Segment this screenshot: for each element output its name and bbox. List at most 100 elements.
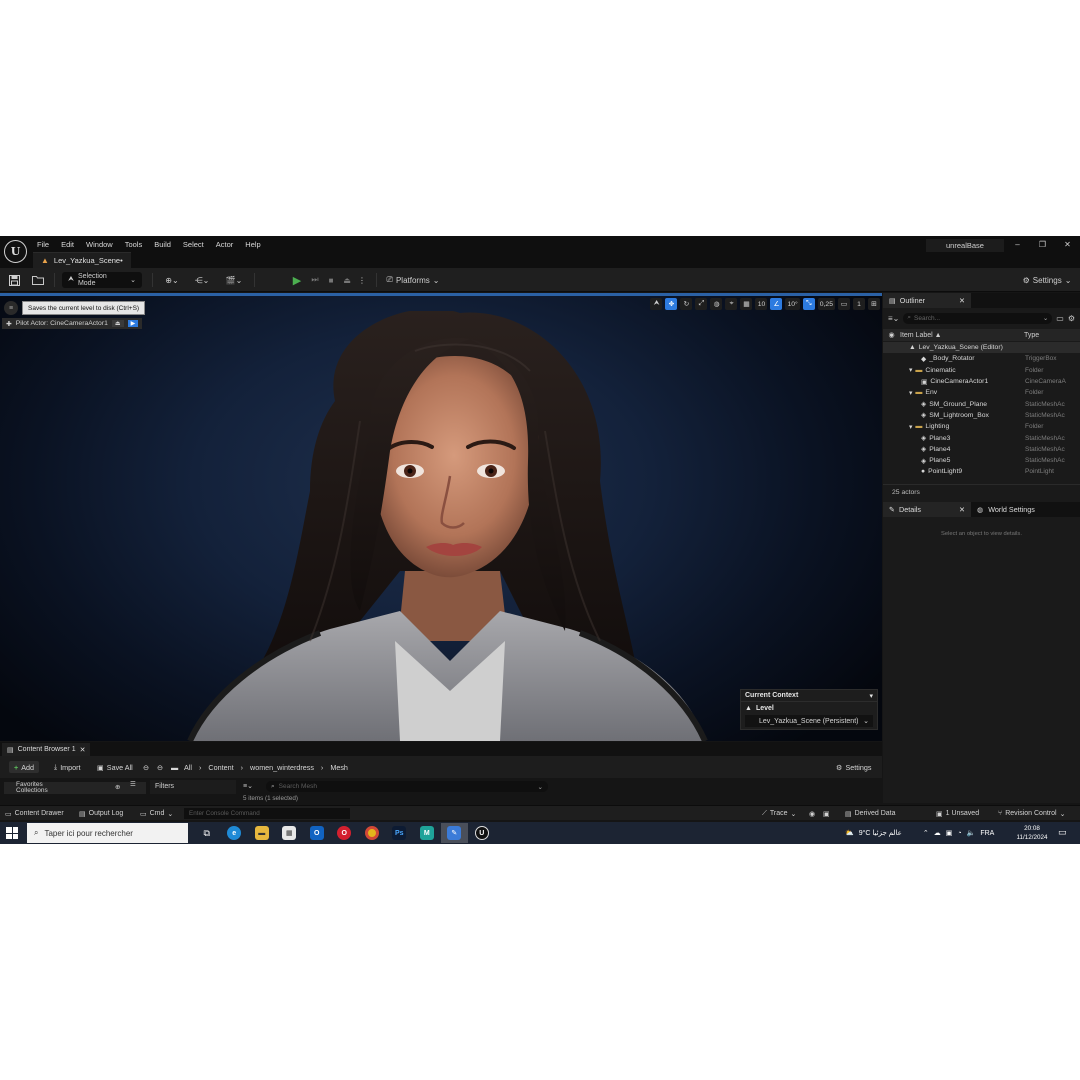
menu-window[interactable]: Window bbox=[86, 238, 119, 251]
close-icon[interactable]: ✕ bbox=[80, 746, 86, 754]
add-actor-icon[interactable]: ⊕⌄ bbox=[160, 272, 184, 288]
content-drawer-button[interactable]: ▭ Content Drawer bbox=[5, 808, 64, 819]
close-icon[interactable]: ✕ bbox=[959, 296, 965, 305]
restore-button[interactable]: ❐ bbox=[1030, 236, 1055, 253]
clock[interactable]: 20:08 11/12/2024 bbox=[1014, 824, 1050, 842]
derived-data-button[interactable]: ▤ Derived Data bbox=[845, 808, 895, 819]
layout-icon[interactable]: ⊞ bbox=[868, 298, 880, 310]
chrome-icon[interactable] bbox=[358, 823, 386, 843]
collection-options-icon[interactable]: ☰ bbox=[130, 781, 136, 788]
platforms-dropdown[interactable]: ⎚ Platforms ⌄ bbox=[384, 272, 442, 288]
cloud-icon[interactable]: ☁ bbox=[934, 829, 941, 837]
filter-icon[interactable]: ≡⌄ bbox=[243, 782, 253, 790]
outliner-row[interactable]: ● PointLight9 PointLight bbox=[883, 466, 1080, 477]
menu-edit[interactable]: Edit bbox=[61, 238, 80, 251]
breadcrumb-content[interactable]: Content bbox=[208, 763, 233, 772]
outliner-tab[interactable]: ▤ Outliner ✕ bbox=[883, 293, 971, 308]
add-button[interactable]: + Add bbox=[9, 761, 39, 773]
breadcrumb-mesh[interactable]: Mesh bbox=[330, 763, 348, 772]
unreal-taskbar-icon[interactable]: U bbox=[468, 823, 496, 843]
outliner-search-input[interactable]: ⌕ Search... ⌄ bbox=[903, 312, 1053, 324]
cinematics-icon[interactable]: 🎬⌄ bbox=[222, 272, 246, 288]
screenshot-icon[interactable]: ▣ bbox=[823, 808, 830, 819]
console-input[interactable]: Enter Console Command bbox=[184, 808, 350, 819]
collections-label[interactable]: Collections bbox=[16, 787, 146, 794]
unreal-logo-icon[interactable]: U bbox=[4, 240, 27, 263]
outliner-row[interactable]: ◈ Plane4 StaticMeshAc bbox=[883, 444, 1080, 455]
record-icon[interactable]: ◉ bbox=[809, 808, 815, 819]
selection-mode-dropdown[interactable]: ⮝ Selection Mode ⌄ bbox=[62, 272, 142, 288]
task-view-icon[interactable]: ⧉ bbox=[193, 823, 221, 843]
painting-app-icon[interactable]: ✎ bbox=[440, 823, 468, 843]
outlook-icon[interactable]: O bbox=[303, 823, 331, 843]
settings-dropdown[interactable]: ⚙ Settings ⌄ bbox=[1020, 272, 1074, 288]
grid-snap-value[interactable]: 10 bbox=[755, 298, 768, 310]
menu-help[interactable]: Help bbox=[245, 238, 266, 251]
scale-snap-value[interactable]: 0,25 bbox=[817, 298, 835, 310]
surface-snap-icon[interactable]: ⌖ bbox=[725, 298, 738, 310]
close-button[interactable]: ✕ bbox=[1055, 236, 1080, 253]
trace-dropdown[interactable]: ⟋ Trace ⌄ bbox=[762, 808, 796, 819]
minimize-button[interactable]: – bbox=[1005, 236, 1030, 253]
filter-icon[interactable]: ≡⌄ bbox=[888, 314, 899, 323]
expand-arrow-icon[interactable]: ▾ bbox=[909, 366, 912, 374]
close-icon[interactable]: ✕ bbox=[959, 505, 965, 514]
grid-snap-icon[interactable]: ▦ bbox=[740, 298, 753, 310]
menu-actor[interactable]: Actor bbox=[216, 238, 240, 251]
notification-icon[interactable]: ▭ bbox=[1058, 827, 1067, 838]
taskbar-search[interactable]: ⌕ Taper ici pour rechercher bbox=[27, 823, 188, 843]
output-log-button[interactable]: ▤ Output Log bbox=[79, 808, 123, 819]
visibility-eye-icon[interactable]: ◉ bbox=[883, 331, 900, 339]
revision-control-dropdown[interactable]: ⑂ Revision Control ⌄ bbox=[998, 808, 1065, 819]
scale-tool-icon[interactable]: ⤢ bbox=[695, 298, 708, 310]
play-options-icon[interactable]: ⋮ bbox=[356, 272, 368, 288]
opera-icon[interactable]: O bbox=[331, 823, 359, 843]
windows-start-icon[interactable] bbox=[6, 827, 18, 839]
unsaved-button[interactable]: ▣ 1 Unsaved bbox=[936, 808, 979, 819]
level-document-tab[interactable]: ▲ Lev_Yazkua_Scene• bbox=[33, 252, 131, 268]
content-folder-icon[interactable] bbox=[30, 272, 46, 288]
outliner-row[interactable]: ◆ _Body_Rotator TriggerBox bbox=[883, 353, 1080, 364]
file-explorer-icon[interactable]: ▬ bbox=[248, 823, 276, 843]
select-tool-icon[interactable]: ⮝ bbox=[650, 298, 663, 310]
item-label-column[interactable]: Item Label ▲ bbox=[900, 332, 1024, 339]
blueprint-icon[interactable]: ⋲⌄ bbox=[190, 272, 214, 288]
weather-icon[interactable]: ⛅ bbox=[845, 829, 854, 837]
photoshop-icon[interactable]: Ps bbox=[386, 823, 414, 843]
save-all-button[interactable]: ▣ Save All bbox=[97, 761, 133, 773]
menu-tools[interactable]: Tools bbox=[125, 238, 149, 251]
store-icon[interactable]: ▦ bbox=[276, 823, 304, 843]
menu-build[interactable]: Build bbox=[154, 238, 177, 251]
import-button[interactable]: ⤓ Import bbox=[54, 761, 81, 773]
add-folder-icon[interactable]: ▭ bbox=[1056, 314, 1064, 323]
type-column[interactable]: Type bbox=[1024, 332, 1039, 339]
outliner-row[interactable]: ▾ ▬ Env Folder bbox=[883, 387, 1080, 398]
wifi-icon[interactable]: ◔ bbox=[957, 830, 961, 837]
save-icon[interactable] bbox=[6, 272, 22, 288]
outliner-row[interactable]: ▾ ▬ Lighting Folder bbox=[883, 421, 1080, 432]
monitor-icon[interactable]: ▣ bbox=[946, 829, 953, 837]
cb-settings-button[interactable]: ⚙ Settings bbox=[836, 761, 871, 773]
camera-speed-value[interactable]: 1 bbox=[853, 298, 865, 310]
eject-pilot-icon[interactable]: ⏏ bbox=[111, 320, 124, 327]
menu-select[interactable]: Select bbox=[183, 238, 210, 251]
current-context-header[interactable]: Current Context ▾ bbox=[741, 690, 877, 702]
camera-speed-icon[interactable]: ▭ bbox=[838, 298, 850, 310]
forward-icon[interactable]: ⊖ bbox=[157, 761, 163, 773]
volume-icon[interactable]: 🔈 bbox=[967, 829, 976, 837]
camera-lock-icon[interactable]: ▶ bbox=[127, 320, 139, 327]
outliner-row[interactable]: ◈ Plane3 StaticMeshAc bbox=[883, 432, 1080, 443]
outliner-row[interactable]: ▲ Lev_Yazkua_Scene (Editor) bbox=[883, 342, 1080, 354]
app-icon[interactable]: M bbox=[413, 823, 441, 843]
outliner-row[interactable]: ◈ Plane5 StaticMeshAc bbox=[883, 455, 1080, 466]
breadcrumb-all[interactable]: All bbox=[184, 763, 192, 772]
filters-panel[interactable]: Filters bbox=[150, 780, 236, 794]
step-icon[interactable]: ⏭ bbox=[308, 272, 322, 288]
weather-text[interactable]: 9°C عالم جزئيا bbox=[859, 829, 902, 837]
stop-icon[interactable]: ■ bbox=[324, 272, 338, 288]
rotate-tool-icon[interactable]: ↻ bbox=[680, 298, 693, 310]
details-tab[interactable]: ✎ Details ✕ bbox=[883, 502, 971, 517]
level-viewport[interactable]: ≡ Saves the current level to disk (Ctrl+… bbox=[0, 293, 882, 741]
play-icon[interactable]: ▶ bbox=[290, 272, 304, 288]
outliner-row[interactable]: ▣ CineCameraActor1 CineCameraA bbox=[883, 376, 1080, 387]
